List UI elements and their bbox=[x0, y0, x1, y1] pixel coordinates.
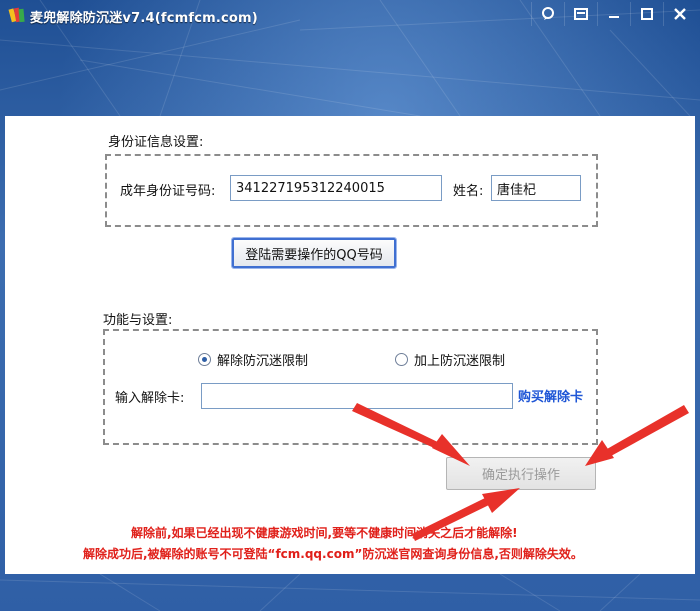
radio-unselected-icon bbox=[395, 353, 408, 366]
app-icon bbox=[8, 7, 25, 23]
name-input[interactable] bbox=[491, 175, 581, 201]
card-input[interactable] bbox=[201, 383, 513, 409]
feedback-icon[interactable] bbox=[531, 2, 564, 26]
main-panel: 身份证信息设置: 成年身份证号码: 姓名: 登陆需要操作的QQ号码 功能与设置:… bbox=[5, 116, 695, 574]
card-label: 输入解除卡: bbox=[115, 391, 185, 406]
close-icon[interactable] bbox=[663, 2, 696, 26]
login-qq-button[interactable]: 登陆需要操作的QQ号码 bbox=[231, 237, 397, 269]
notice-line-2: 解除成功后,被解除的账号不可登陆“fcm.qq.com”防沉迷官网查询身份信息,… bbox=[83, 547, 583, 561]
skin-icon[interactable] bbox=[564, 2, 597, 26]
identity-section-label: 身份证信息设置: bbox=[108, 135, 204, 150]
minimize-icon[interactable] bbox=[597, 2, 630, 26]
title-bar[interactable]: 麦兜解除防沉迷v7.4(fcmfcm.com) bbox=[0, 0, 700, 30]
radio-remove-limit-label: 解除防沉迷限制 bbox=[217, 354, 309, 369]
name-label: 姓名: bbox=[453, 184, 484, 199]
radio-add-limit[interactable]: 加上防沉迷限制 bbox=[395, 350, 505, 369]
window-title: 麦兜解除防沉迷v7.4(fcmfcm.com) bbox=[30, 11, 258, 26]
radio-selected-icon bbox=[198, 353, 211, 366]
id-number-label: 成年身份证号码: bbox=[120, 184, 216, 199]
radio-remove-limit[interactable]: 解除防沉迷限制 bbox=[198, 350, 308, 369]
maximize-icon[interactable] bbox=[630, 2, 663, 26]
id-number-input[interactable] bbox=[230, 175, 442, 201]
notice-line-1: 解除前,如果已经出现不健康游戏时间,要等不健康时间消失之后才能解除! bbox=[131, 526, 518, 540]
execute-button[interactable]: 确定执行操作 bbox=[446, 457, 596, 490]
function-section-label: 功能与设置: bbox=[103, 313, 173, 328]
buy-card-link[interactable]: 购买解除卡 bbox=[518, 386, 583, 405]
radio-add-limit-label: 加上防沉迷限制 bbox=[414, 354, 506, 369]
window-controls bbox=[531, 2, 696, 26]
